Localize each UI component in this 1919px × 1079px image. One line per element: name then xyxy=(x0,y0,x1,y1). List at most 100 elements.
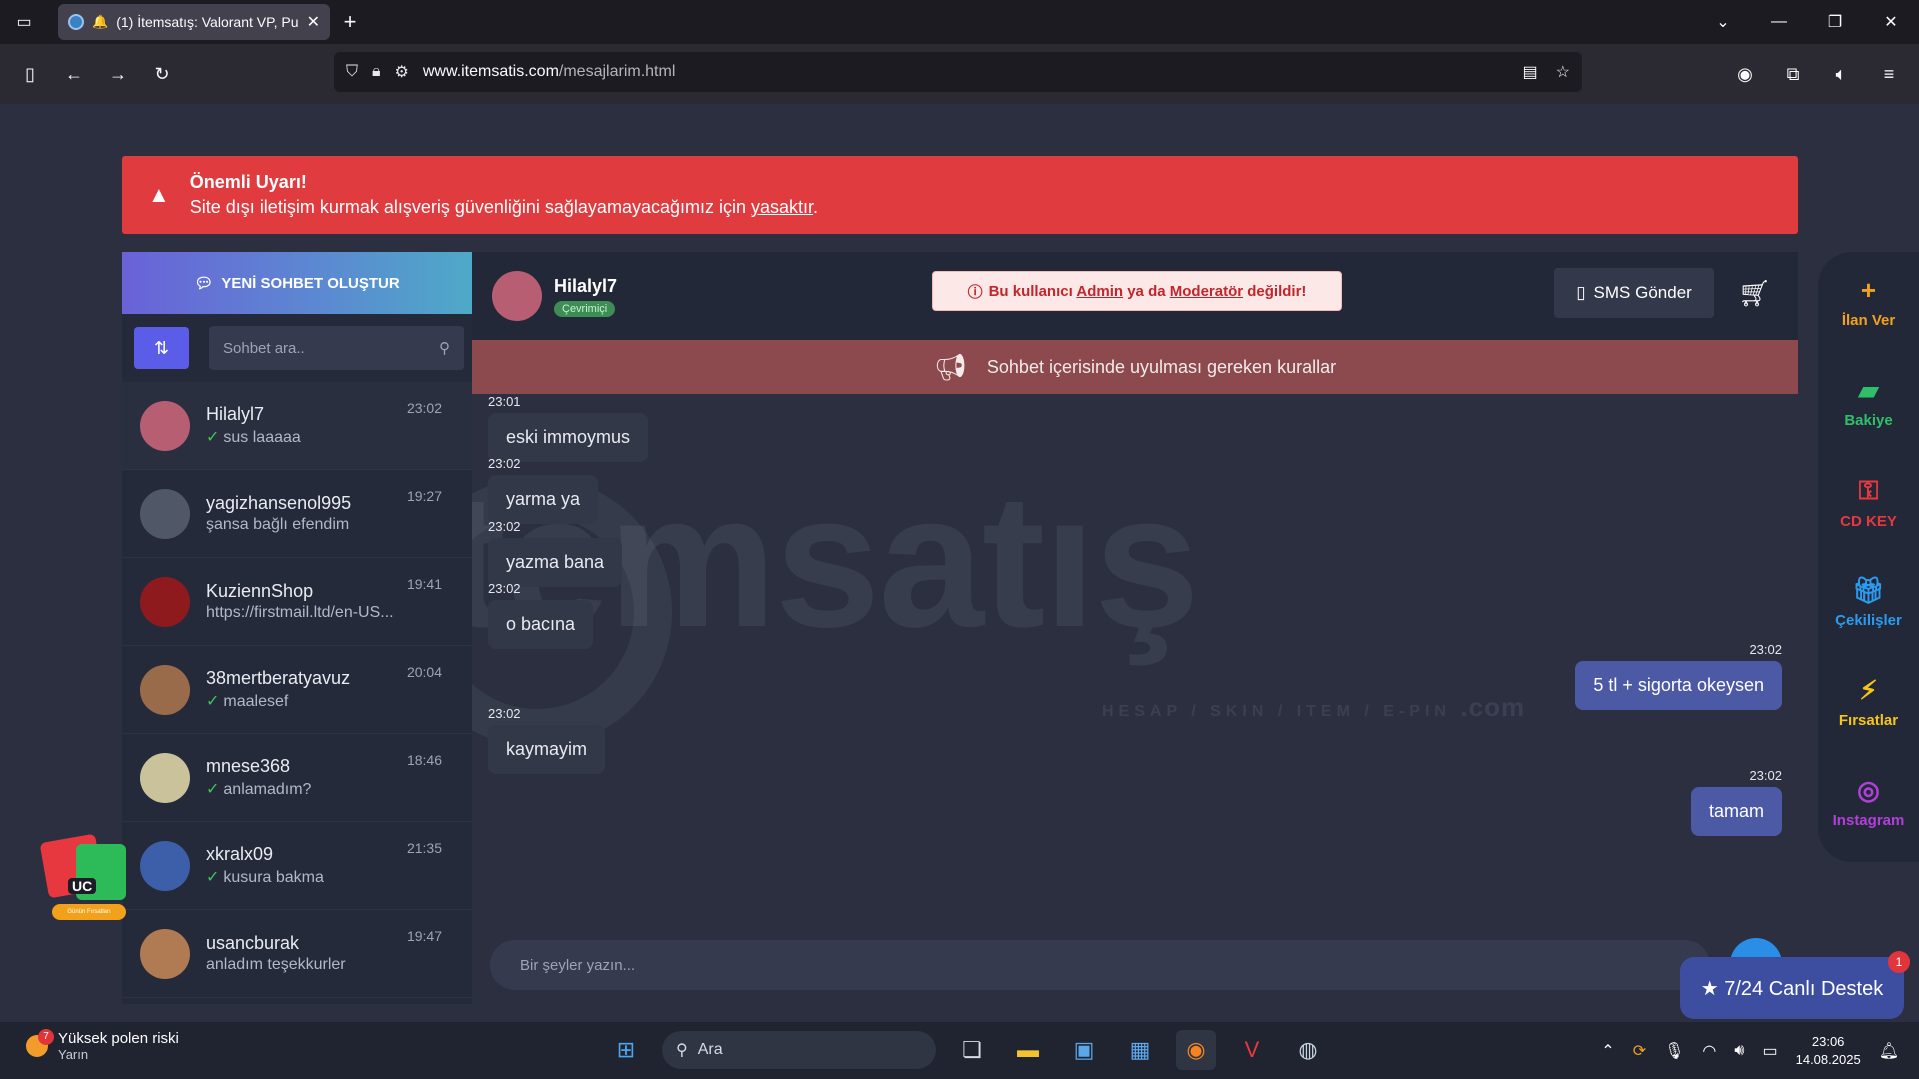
task-view-icon[interactable]: ❏ xyxy=(952,1030,992,1070)
conversation-time: 18:46 xyxy=(406,752,442,768)
speaker-icon[interactable]: 🔈︎ xyxy=(1819,54,1863,94)
new-chat-button[interactable]: 💬︎ YENİ SOHBET OLUŞTUR xyxy=(122,252,472,314)
tray-chevron-icon[interactable]: ⌃ xyxy=(1601,1041,1614,1061)
firefox-icon[interactable]: ◉ xyxy=(1176,1030,1216,1070)
moderator-link[interactable]: Moderatör xyxy=(1170,283,1243,300)
avatar xyxy=(140,840,190,891)
conversation-last-message: şansa bağlı efendim xyxy=(206,516,351,534)
permissions-icon[interactable]: ⚙ xyxy=(395,62,409,82)
conversation-time: 20:04 xyxy=(406,664,442,680)
store-icon[interactable]: ▦ xyxy=(1120,1030,1160,1070)
conversation-item[interactable]: 38mertberatyavuz ✓ maalesef 20:04 xyxy=(122,646,472,734)
sms-button[interactable]: ▯ SMS Gönder xyxy=(1554,268,1714,318)
restore-button[interactable]: ❐ xyxy=(1807,0,1863,44)
cart-icon[interactable]: 🛒︎ xyxy=(1738,278,1771,309)
side-menu-item[interactable]: ⚡︎ Fırsatlar xyxy=(1818,652,1919,752)
message-bubble[interactable]: eski immoymus xyxy=(488,413,649,462)
tab-list-icon[interactable]: ▭ xyxy=(0,0,48,44)
back-button[interactable]: ← xyxy=(52,54,96,94)
plus-icon: + xyxy=(1860,275,1877,305)
new-tab-button[interactable]: + xyxy=(330,9,370,35)
message-bubble[interactable]: tamam xyxy=(1690,787,1782,836)
conversation-item[interactable]: KuziennShop https://firstmail.ltd/en-US.… xyxy=(122,558,472,646)
avatar xyxy=(140,928,190,979)
conversation-name: yagizhansenol995 xyxy=(206,493,352,513)
live-support-button[interactable]: ★ 7/24 Canlı Destek 1 xyxy=(1680,951,1910,1019)
browser-tabbar: ▭ 🔔 (1) İtemsatış: Valorant VP, Pu ✕ + ⌄… xyxy=(0,0,1919,44)
side-menu-item[interactable]: + İlan Ver xyxy=(1818,252,1919,352)
lock-icon[interactable]: 🔒︎ xyxy=(372,63,381,81)
microphone-icon[interactable]: 🎙︎ xyxy=(1664,1041,1684,1061)
message-time: 23:02 xyxy=(1749,768,1782,783)
side-menu-item[interactable]: ▰ Bakiye xyxy=(1818,352,1919,452)
volume-icon[interactable]: 🔊︎ xyxy=(1734,1042,1744,1060)
incoming-message: 23:02 yazma bana xyxy=(488,519,623,587)
search-placeholder: Sohbet ara.. xyxy=(223,339,305,357)
conversation-item[interactable]: xkralx09 ✓ kusura bakma 21:35 xyxy=(122,822,472,910)
tab-overflow-chevron-icon[interactable]: ⌄ xyxy=(1695,0,1751,44)
account-icon[interactable]: ◉ xyxy=(1723,54,1767,94)
close-window-button[interactable]: ✕ xyxy=(1863,0,1919,44)
conversation-item[interactable]: usancburak anladım teşekkurler 19:47 xyxy=(122,910,472,998)
steam-icon[interactable]: ◍ xyxy=(1288,1030,1328,1070)
message-bubble[interactable]: o bacına xyxy=(488,600,594,649)
side-menu-item[interactable]: ⚿ CD KEY xyxy=(1818,452,1919,552)
weather-widget[interactable]: 7 Yüksek polen riski Yarın xyxy=(26,1029,179,1062)
conversation-time: 21:35 xyxy=(406,840,442,856)
message-bubble[interactable]: yazma bana xyxy=(488,538,623,587)
windows-start-icon[interactable]: ⊞ xyxy=(606,1030,646,1070)
message-input[interactable]: Bir şeyler yazın... xyxy=(490,940,1710,990)
valorant-icon[interactable]: V xyxy=(1232,1030,1272,1070)
conversation-time: 19:27 xyxy=(406,488,442,504)
site-favicon-icon xyxy=(68,14,84,30)
shield-icon[interactable]: ⛉ xyxy=(346,63,358,81)
message-bubble[interactable]: 5 tl + sigorta okeysen xyxy=(1575,661,1782,710)
forward-button[interactable]: → xyxy=(96,54,140,94)
new-chat-label: YENİ SOHBET OLUŞTUR xyxy=(221,274,400,292)
url-bar[interactable]: ⛉ 🔒︎ ⚙ www.itemsatis.com/mesajlarim.html… xyxy=(334,52,1582,92)
menu-icon[interactable]: ≡ xyxy=(1867,54,1911,94)
taskbar-search[interactable]: ⚲ Ara xyxy=(662,1031,936,1069)
browser-navbar: ▯ ← → ↻ ⛉ 🔒︎ ⚙ www.itemsatis.com/mesajla… xyxy=(0,44,1919,104)
admin-link[interactable]: Admin xyxy=(1076,283,1123,300)
conversation-item[interactable]: Hilalyl7 ✓ sus laaaaa 23:02 xyxy=(122,382,472,470)
search-input[interactable]: Sohbet ara.. ⚲ xyxy=(209,326,464,370)
message-list: 23:01 eski immoymus 23:02 yarma ya 23:02 y… xyxy=(472,394,1798,902)
read-check-icon: ✓ xyxy=(206,781,220,798)
promo-uc-label: UC xyxy=(68,878,97,894)
clock[interactable]: 23:06 14.08.2025 xyxy=(1796,1033,1861,1069)
sync-icon[interactable]: ⟳ xyxy=(1633,1041,1646,1061)
warning-text: Site dışı iletişim kurmak alışveriş güve… xyxy=(190,197,818,218)
warning-link[interactable]: yasaktır xyxy=(751,197,813,217)
side-menu: + İlan Ver ▰ Bakiye ⚿ CD KEY 🎁︎ Çekilişler ⚡… xyxy=(1818,252,1919,862)
taskbar-apps: ⊞ ⚲ Ara ❏ ▬ ▣ ▦ ◉ V ◍ xyxy=(606,1030,1328,1070)
side-menu-item[interactable]: ◎ Instagram xyxy=(1818,752,1919,852)
message-bubble[interactable]: yarma ya xyxy=(488,475,599,524)
minimize-button[interactable]: — xyxy=(1751,0,1807,44)
rules-banner[interactable]: 📢︎ Sohbet içerisinde uyulması gereken ku… xyxy=(472,340,1798,394)
sidebar-toggle-icon[interactable]: ▯ xyxy=(8,54,52,94)
notification-icon[interactable]: 🔔︎ xyxy=(1879,1041,1899,1061)
message-bubble[interactable]: kaymayim xyxy=(488,725,606,774)
wifi-icon[interactable]: ◠ xyxy=(1702,1041,1716,1061)
reader-view-icon[interactable]: ▤ xyxy=(1523,62,1538,82)
conversation-item[interactable]: mnese368 ✓ anlamadım? 18:46 xyxy=(122,734,472,822)
conversation-name: 38mertberatyavuz xyxy=(206,668,351,688)
remote-desktop-icon[interactable]: ▣ xyxy=(1064,1030,1104,1070)
search-icon[interactable]: ⚲ xyxy=(439,339,450,357)
avatar xyxy=(140,752,190,803)
sort-button[interactable]: ⇅ xyxy=(134,327,189,369)
avatar xyxy=(140,664,190,715)
file-explorer-icon[interactable]: ▬ xyxy=(1008,1030,1048,1070)
extensions-icon[interactable]: ⧉ xyxy=(1771,54,1815,94)
bookmark-star-icon[interactable]: ☆ xyxy=(1556,62,1570,82)
avatar[interactable] xyxy=(492,271,542,321)
chat-username[interactable]: Hilalyl7 xyxy=(554,276,617,297)
browser-tab[interactable]: 🔔 (1) İtemsatış: Valorant VP, Pu ✕ xyxy=(58,4,330,40)
battery-icon[interactable]: ▭ xyxy=(1762,1041,1777,1061)
side-menu-item[interactable]: 🎁︎ Çekilişler xyxy=(1818,552,1919,652)
tab-close-icon[interactable]: ✕ xyxy=(307,12,320,32)
reload-button[interactable]: ↻ xyxy=(140,54,184,94)
promo-widget[interactable]: UC Günün Fırsatları xyxy=(38,833,126,924)
conversation-item[interactable]: yagizhansenol995 şansa bağlı efendim 19:… xyxy=(122,470,472,558)
